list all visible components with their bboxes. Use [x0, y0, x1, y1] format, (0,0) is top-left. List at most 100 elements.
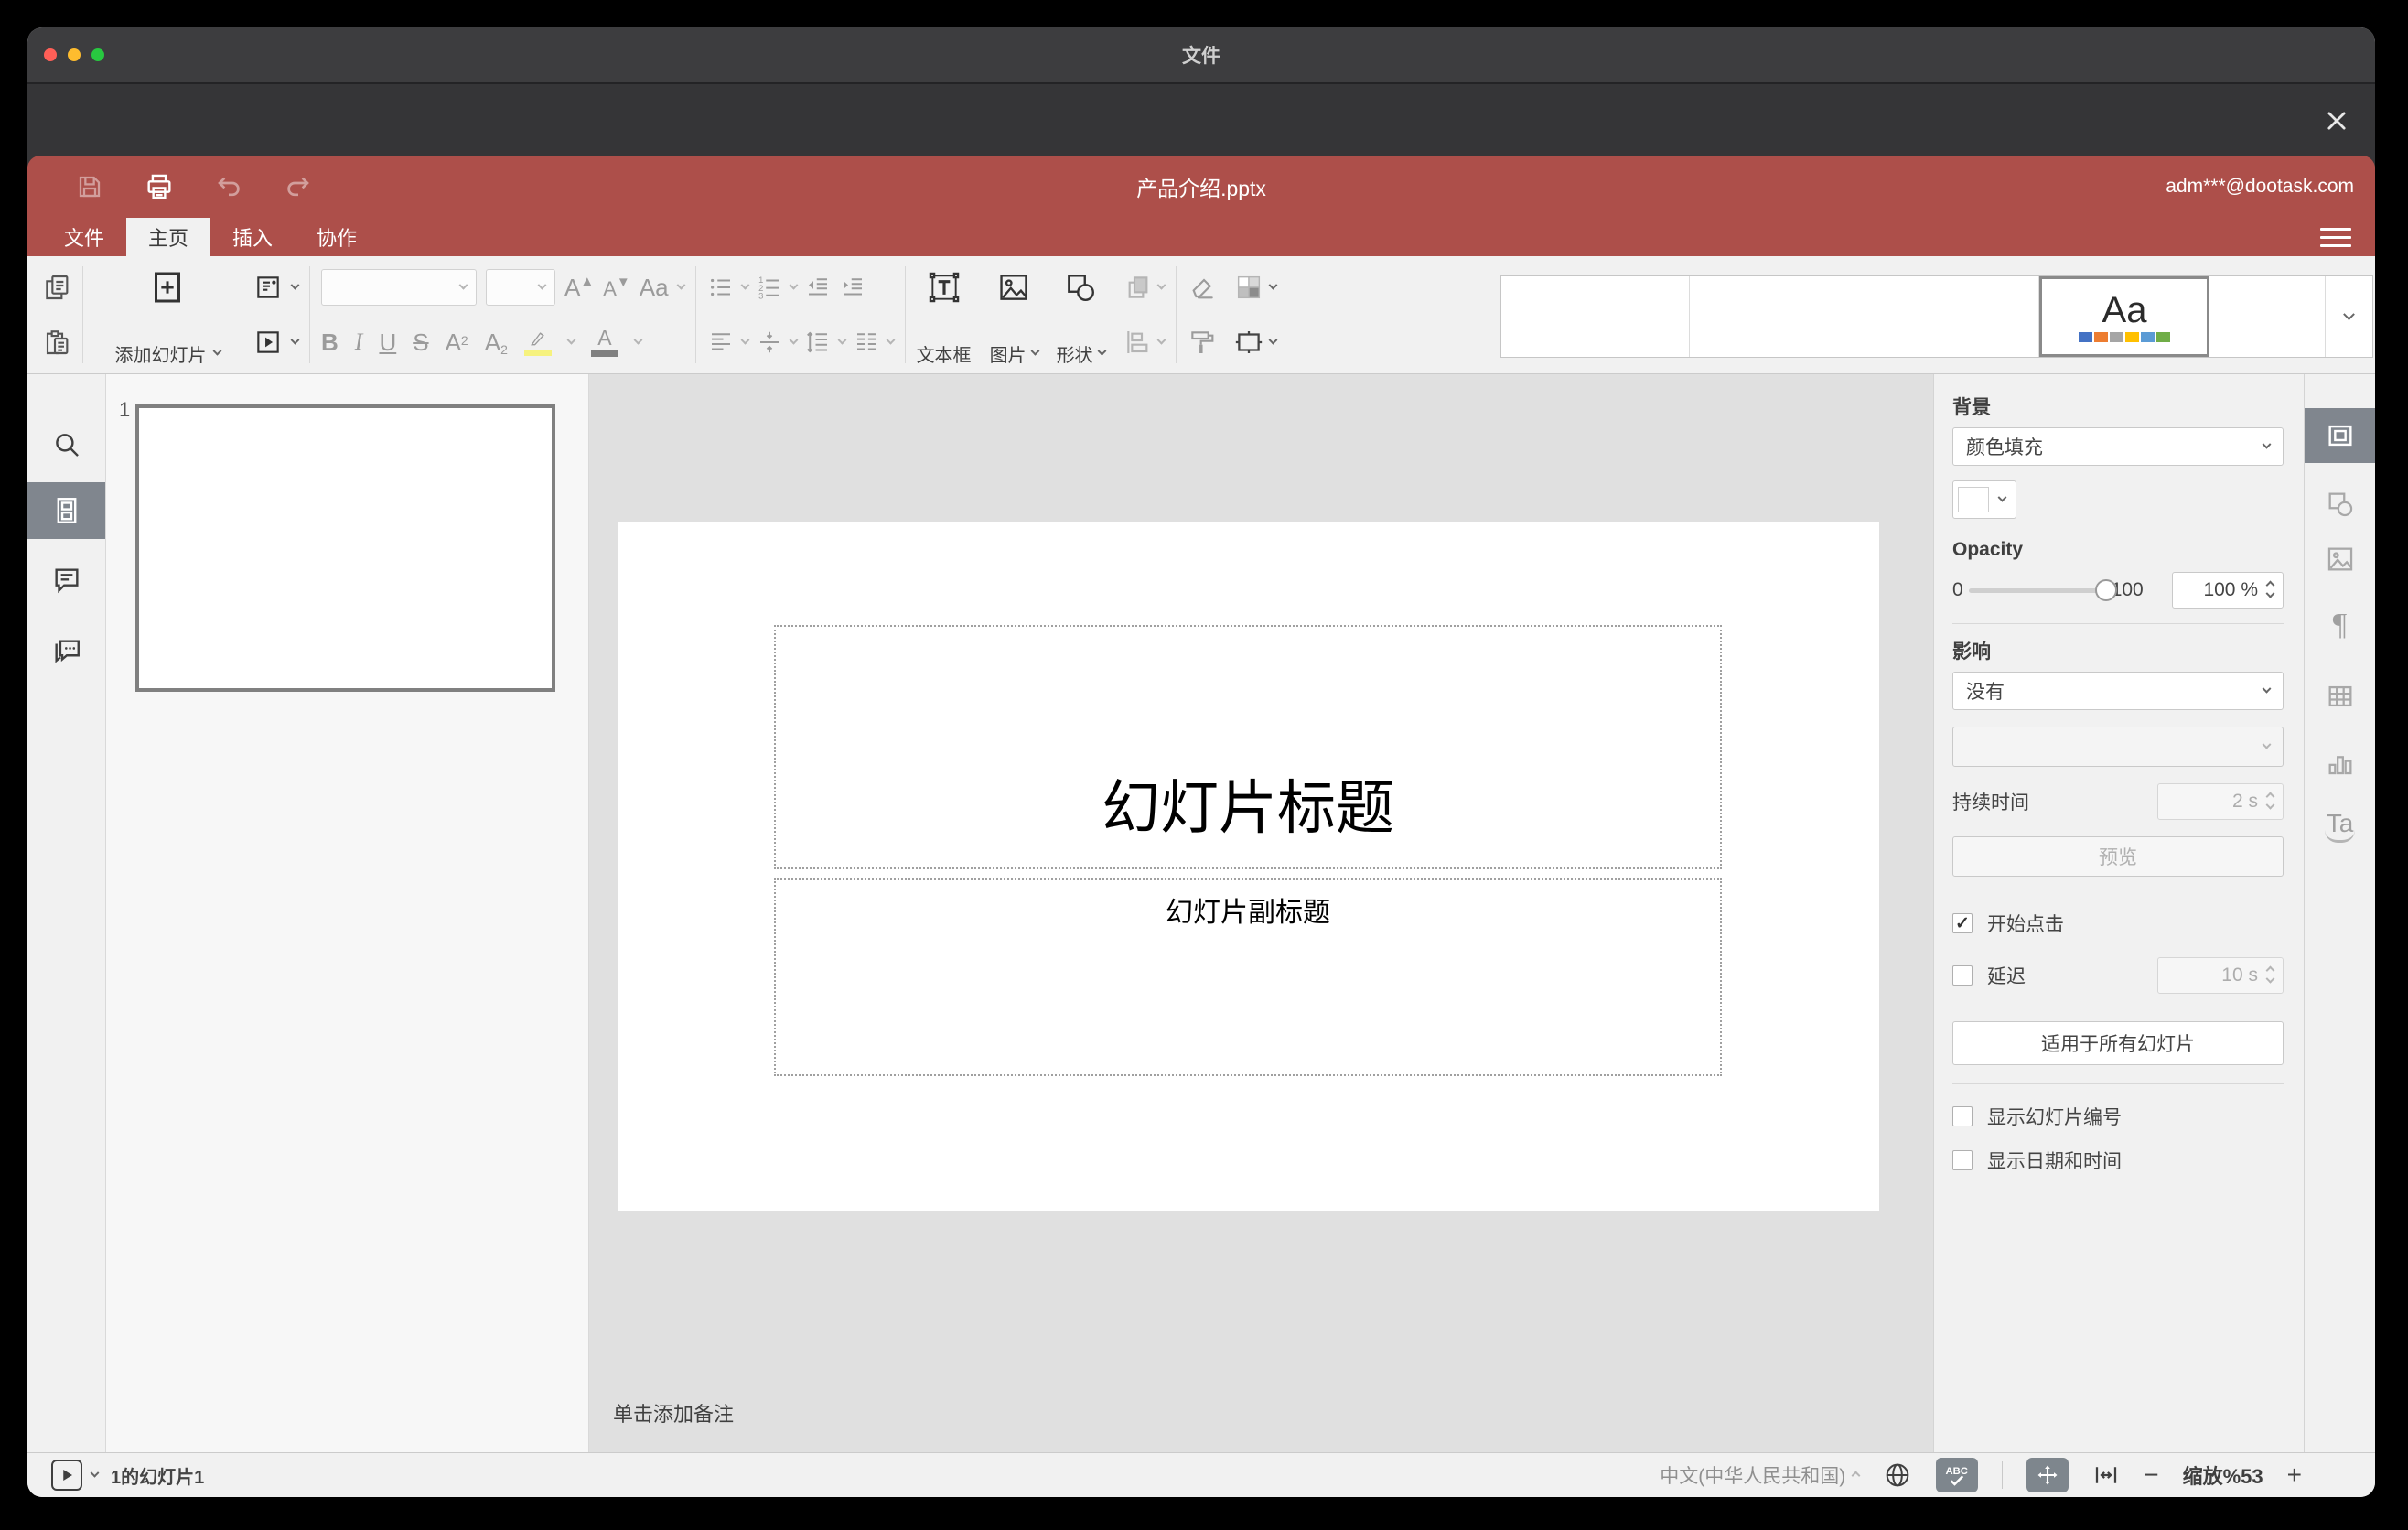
delay-checkbox[interactable] — [1952, 965, 1973, 986]
color-scheme-icon[interactable] — [1233, 272, 1264, 303]
columns-icon[interactable] — [853, 329, 880, 356]
vertical-align-icon[interactable] — [756, 329, 783, 356]
comments-icon[interactable] — [27, 552, 105, 609]
horizontal-align-dropdown[interactable] — [740, 335, 750, 345]
background-color-picker[interactable] — [1952, 480, 2016, 519]
columns-dropdown[interactable] — [886, 335, 896, 345]
eraser-icon[interactable] — [1188, 273, 1217, 302]
preview-options-dropdown[interactable] — [90, 1468, 100, 1478]
print-button[interactable] — [143, 170, 176, 203]
decrease-indent-icon[interactable] — [804, 274, 832, 301]
bullet-list-dropdown[interactable] — [740, 280, 750, 290]
close-icon[interactable] — [2324, 108, 2349, 134]
shape-icon[interactable] — [1063, 270, 1098, 305]
slide-thumbnail[interactable] — [135, 404, 555, 692]
opacity-up-icon[interactable] — [2265, 580, 2275, 589]
font-name-select[interactable] — [321, 269, 477, 306]
arrange-icon[interactable] — [1123, 273, 1153, 302]
search-icon[interactable] — [27, 416, 105, 473]
align-objects-icon[interactable] — [1123, 328, 1153, 357]
color-scheme-dropdown[interactable] — [1268, 280, 1278, 290]
slideshow-dropdown[interactable] — [290, 335, 300, 345]
highlight-color-dropdown[interactable] — [566, 335, 576, 345]
theme-slot-3[interactable] — [1865, 276, 2039, 357]
close-traffic-icon[interactable] — [44, 48, 57, 61]
slide-size-icon[interactable] — [1233, 327, 1264, 358]
underline-button[interactable]: U — [379, 329, 396, 357]
fit-to-slide-icon[interactable] — [2026, 1458, 2069, 1492]
change-case-button[interactable]: Aa — [640, 274, 669, 302]
bold-button[interactable]: B — [321, 329, 339, 357]
theme-slot-selected[interactable]: Aa — [2039, 276, 2209, 357]
zoom-in-button[interactable]: + — [2287, 1462, 2302, 1488]
preview-button[interactable]: 预览 — [1952, 836, 2284, 877]
chart-settings-icon[interactable] — [2325, 747, 2356, 778]
textbox-icon[interactable] — [927, 270, 962, 305]
tab-home[interactable]: 主页 — [126, 218, 211, 256]
title-placeholder[interactable]: 幻灯片标题 — [774, 625, 1722, 869]
theme-slot-5[interactable] — [2209, 276, 2326, 357]
opacity-slider[interactable] — [1968, 578, 2117, 601]
decrease-font-button[interactable]: A ▼ — [603, 275, 630, 301]
tab-insert[interactable]: 插入 — [210, 218, 295, 256]
start-on-click-checkbox[interactable]: ✓ — [1952, 913, 1973, 933]
show-date-time-checkbox[interactable] — [1952, 1150, 1973, 1170]
table-settings-icon[interactable] — [2325, 681, 2356, 712]
shape-settings-icon[interactable] — [2325, 489, 2356, 520]
fit-to-width-icon[interactable] — [2092, 1461, 2120, 1489]
paragraph-settings-icon[interactable]: ¶ — [2333, 608, 2347, 642]
textbox-label[interactable]: 文本框 — [917, 340, 972, 367]
textart-settings-icon[interactable]: Ta — [2324, 809, 2356, 843]
format-painter-icon[interactable] — [1188, 328, 1217, 357]
theme-slot-2[interactable] — [1690, 276, 1865, 357]
minimize-traffic-icon[interactable] — [68, 48, 81, 61]
redo-button[interactable] — [282, 170, 315, 203]
slide-canvas[interactable]: 幻灯片标题 幻灯片副标题 — [618, 522, 1879, 1211]
image-label[interactable]: 图片 — [990, 340, 1040, 367]
subscript-button[interactable]: A2 — [485, 329, 508, 357]
background-fill-select[interactable]: 颜色填充 — [1952, 427, 2284, 466]
paste-icon[interactable] — [42, 328, 71, 357]
show-slide-number-checkbox[interactable] — [1952, 1106, 1973, 1126]
opacity-input[interactable]: 100 % — [2172, 572, 2284, 609]
strikeout-button[interactable]: S — [413, 329, 428, 357]
increase-font-button[interactable]: A ▲ — [564, 274, 594, 302]
line-spacing-icon[interactable] — [804, 329, 832, 356]
spellcheck-icon[interactable]: ABC — [1936, 1458, 1979, 1492]
effect-type-select[interactable] — [1952, 727, 2284, 767]
slide-layout-dropdown[interactable] — [290, 280, 300, 290]
chat-icon[interactable] — [27, 623, 105, 680]
increase-indent-icon[interactable] — [839, 274, 866, 301]
start-slideshow-icon[interactable] — [253, 328, 283, 357]
font-color-dropdown[interactable] — [633, 335, 643, 345]
superscript-button[interactable]: A2 — [446, 329, 468, 357]
set-language-icon[interactable] — [1883, 1460, 1912, 1490]
add-slide-button[interactable]: 添加幻灯片 — [94, 263, 241, 367]
opacity-down-icon[interactable] — [2265, 588, 2275, 598]
effect-select[interactable]: 没有 — [1952, 672, 2284, 710]
slide-settings-icon[interactable] — [2305, 408, 2375, 463]
save-button[interactable] — [73, 170, 106, 203]
line-spacing-dropdown[interactable] — [837, 335, 847, 345]
subtitle-placeholder[interactable]: 幻灯片副标题 — [774, 878, 1722, 1076]
numbered-list-icon[interactable]: 123 — [756, 274, 783, 301]
numbered-list-dropdown[interactable] — [789, 280, 799, 290]
font-size-select[interactable] — [486, 269, 555, 306]
tab-collaboration[interactable]: 协作 — [295, 218, 379, 256]
vertical-align-dropdown[interactable] — [789, 335, 799, 345]
notes-area[interactable]: 单击添加备注 — [589, 1374, 1933, 1450]
opacity-slider-knob[interactable] — [2094, 578, 2117, 601]
zoom-out-button[interactable]: − — [2144, 1462, 2158, 1488]
align-objects-dropdown[interactable] — [1156, 335, 1166, 345]
shape-label[interactable]: 形状 — [1057, 340, 1107, 367]
bullet-list-icon[interactable] — [707, 274, 735, 301]
theme-gallery-expand[interactable] — [2326, 276, 2372, 357]
apply-to-all-button[interactable]: 适用于所有幻灯片 — [1952, 1021, 2284, 1065]
slide-layout-icon[interactable] — [253, 273, 283, 302]
slide-size-dropdown[interactable] — [1268, 335, 1278, 345]
image-icon[interactable] — [996, 270, 1031, 305]
copy-icon[interactable] — [42, 273, 71, 302]
image-settings-icon[interactable] — [2325, 544, 2356, 575]
tab-file[interactable]: 文件 — [42, 218, 126, 256]
start-preview-button[interactable] — [51, 1460, 82, 1491]
